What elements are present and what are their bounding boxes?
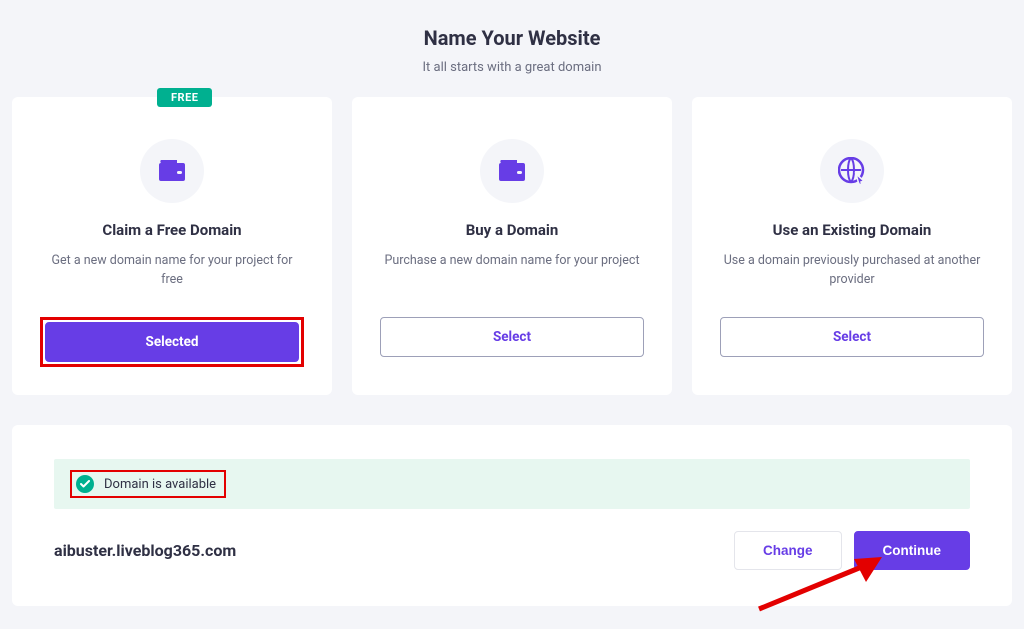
continue-button[interactable]: Continue <box>854 531 971 570</box>
highlight-availability: Domain is available <box>70 470 226 498</box>
select-button[interactable]: Select <box>380 317 644 357</box>
card-title: Use an Existing Domain <box>720 221 984 239</box>
page-title: Name Your Website <box>0 26 1024 50</box>
card-existing-domain: Use an Existing Domain Use a domain prev… <box>692 97 1012 395</box>
card-desc: Purchase a new domain name for your proj… <box>380 251 644 291</box>
card-desc: Use a domain previously purchased at ano… <box>720 251 984 291</box>
card-title: Buy a Domain <box>380 221 644 239</box>
card-buy-domain: Buy a Domain Purchase a new domain name … <box>352 97 672 395</box>
availability-text: Domain is available <box>104 477 216 492</box>
free-badge: FREE <box>157 88 212 107</box>
select-button[interactable]: Select <box>720 317 984 357</box>
wallet-icon <box>140 139 204 203</box>
card-title: Claim a Free Domain <box>40 221 304 239</box>
page-subtitle: It all starts with a great domain <box>0 60 1024 75</box>
globe-icon <box>820 139 884 203</box>
selected-button[interactable]: Selected <box>45 322 299 362</box>
change-button[interactable]: Change <box>734 531 842 570</box>
check-icon <box>76 475 94 493</box>
highlight-selected: Selected <box>40 317 304 367</box>
domain-options-row: FREE Claim a Free Domain Get a new domai… <box>0 97 1024 395</box>
card-desc: Get a new domain name for your project f… <box>40 251 304 291</box>
domain-name-display: aibuster.liveblog365.com <box>54 541 236 560</box>
wallet-icon <box>480 139 544 203</box>
domain-status-panel: Domain is available aibuster.liveblog365… <box>12 425 1012 606</box>
card-claim-free-domain: FREE Claim a Free Domain Get a new domai… <box>12 97 332 395</box>
availability-bar: Domain is available <box>54 459 970 509</box>
